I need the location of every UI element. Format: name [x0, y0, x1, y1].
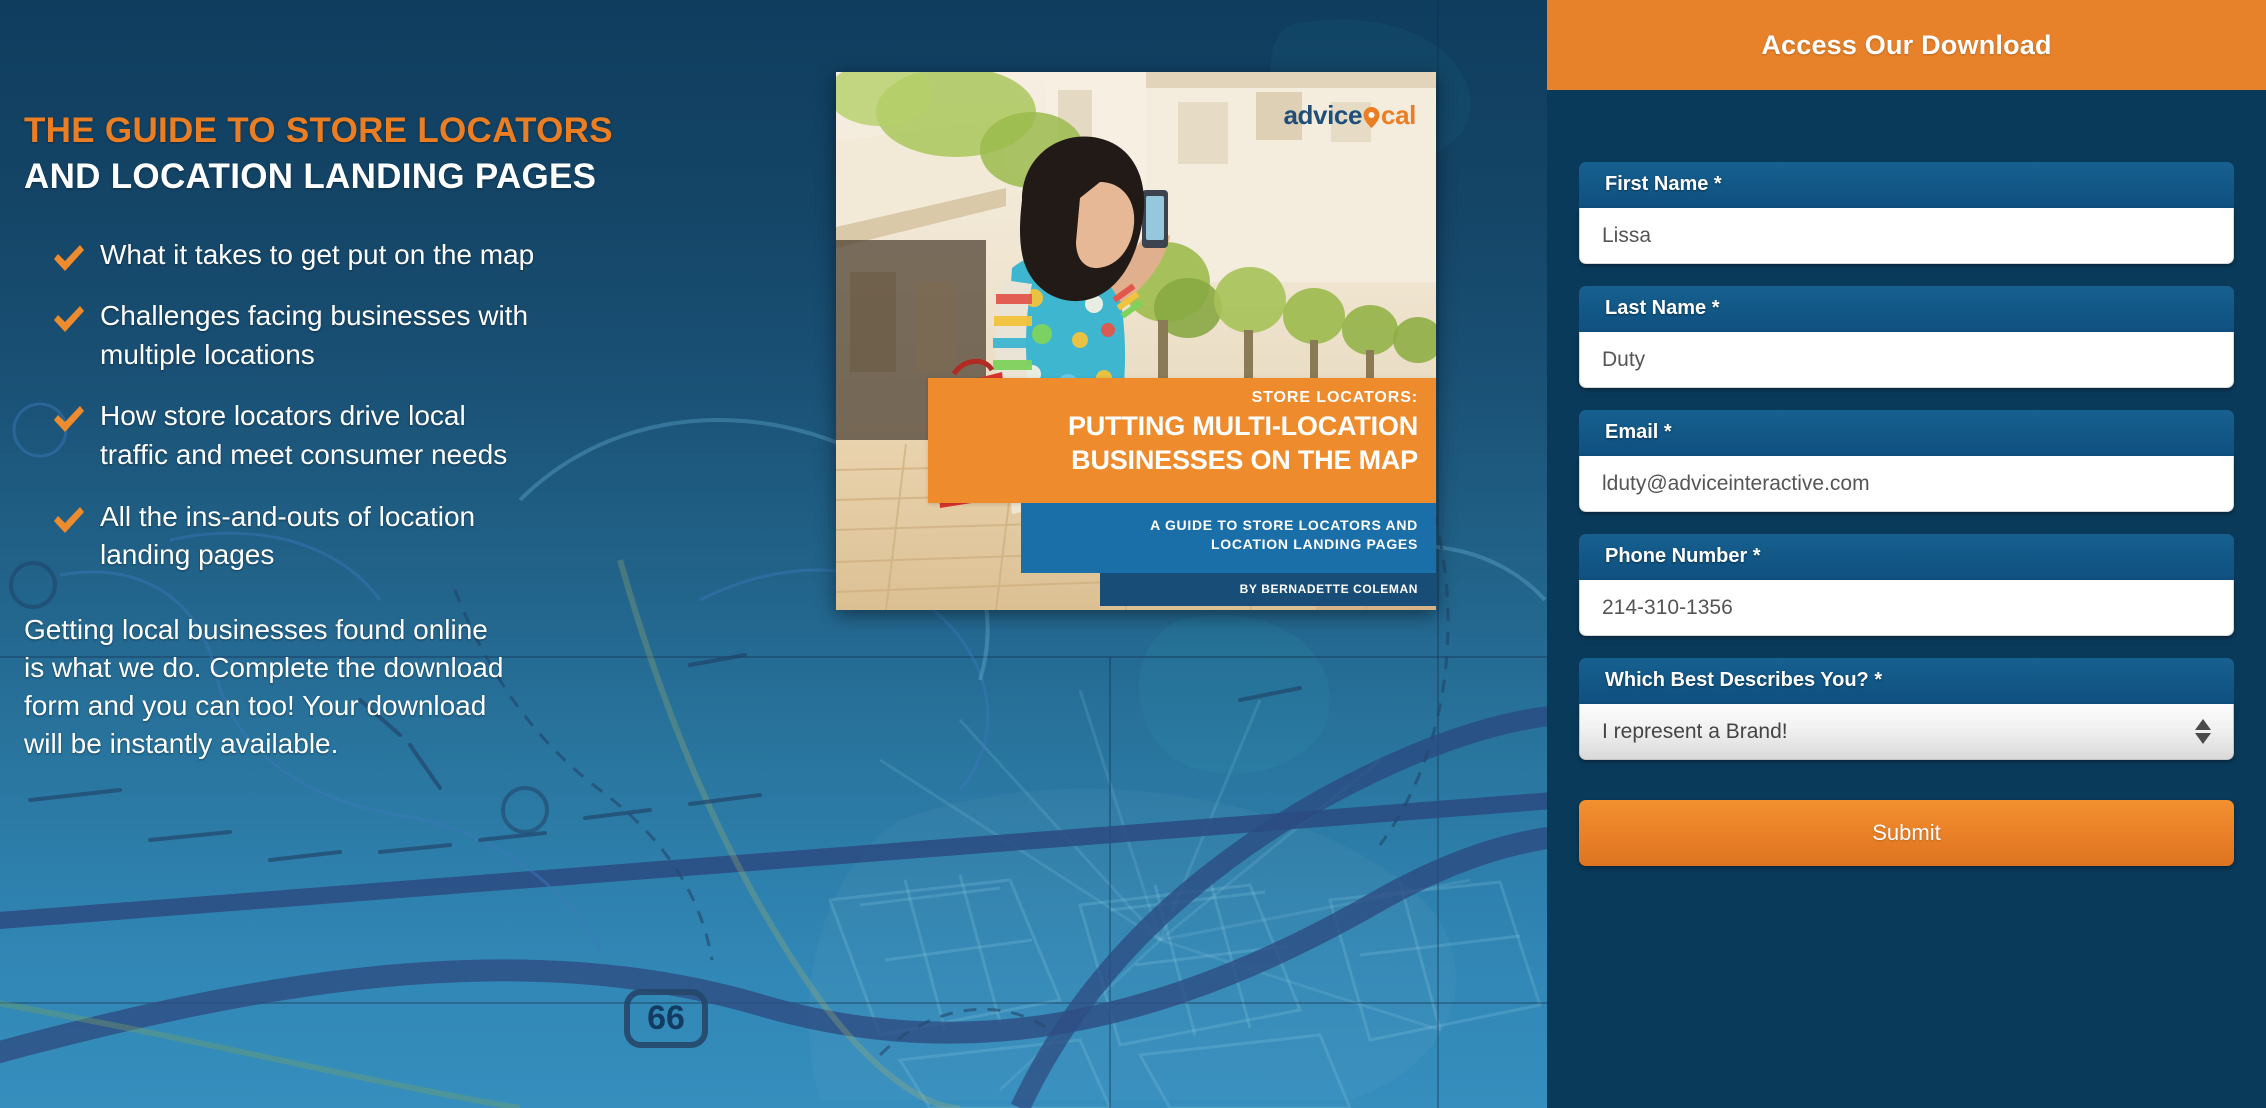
list-item: Challenges facing businesses with multip… — [24, 297, 784, 374]
checkmark-icon — [54, 406, 84, 433]
field-last-name: Last Name * Duty — [1579, 286, 2234, 388]
list-item: All the ins-and-outs of location landing… — [24, 498, 784, 575]
list-item: What it takes to get put on the map — [24, 236, 784, 275]
benefit-list: What it takes to get put on the map Chal… — [24, 236, 784, 575]
cover-title-band: STORE LOCATORS: PUTTING MULTI-LOCATION B… — [928, 378, 1436, 503]
form-header: Access Our Download — [1547, 0, 2266, 90]
field-phone-number: Phone Number * 214-310-1356 — [1579, 534, 2234, 636]
stepper-arrows-icon[interactable] — [2195, 719, 2211, 744]
describes-you-select[interactable]: I represent a Brand! — [1579, 704, 2234, 760]
cover-title-line2: BUSINESSES ON THE MAP — [1071, 445, 1418, 476]
email-label: Email * — [1579, 410, 2234, 456]
chevron-up-icon — [2195, 719, 2211, 730]
route-66-label: 66 — [647, 999, 685, 1037]
checkmark-icon — [54, 506, 84, 533]
landing-page: 66 THE GUIDE TO STORE LOCATORS AND LOCAT… — [0, 0, 2266, 1108]
cover-author-band: BY BERNADETTE COLEMAN — [1100, 573, 1436, 606]
list-item-label: What it takes to get put on the map — [100, 238, 535, 270]
list-item-label: How store locators drive local traffic a… — [100, 400, 508, 471]
hero-content: THE GUIDE TO STORE LOCATORS AND LOCATION… — [24, 110, 784, 763]
describes-you-label: Which Best Describes You? * — [1579, 658, 2234, 704]
last-name-label: Last Name * — [1579, 286, 2234, 332]
phone-number-label: Phone Number * — [1579, 534, 2234, 580]
logo-text-cal: cal — [1381, 100, 1416, 130]
page-title-line1: THE GUIDE TO STORE LOCATORS — [24, 111, 613, 150]
page-title-line2: AND LOCATION LANDING PAGES — [24, 157, 597, 197]
describes-you-selected-value: I represent a Brand! — [1602, 719, 1788, 743]
phone-number-input[interactable]: 214-310-1356 — [1579, 580, 2234, 636]
advice-local-logo: advice cal — [1284, 100, 1417, 131]
chevron-down-icon — [2195, 733, 2211, 744]
email-input[interactable]: lduty@adviceinteractive.com — [1579, 456, 2234, 512]
first-name-label: First Name * — [1579, 162, 2234, 208]
ebook-cover-image: advice cal STORE LOCATORS: PUTTING MULTI… — [836, 72, 1436, 610]
checkmark-icon — [54, 244, 84, 271]
download-form-panel: Access Our Download First Name * Lissa L… — [1547, 0, 2266, 1108]
list-item-label: Challenges facing businesses with multip… — [100, 300, 529, 370]
cover-subtitle-line2: LOCATION LANDING PAGES — [1211, 536, 1418, 553]
download-form: First Name * Lissa Last Name * Duty Emai… — [1547, 90, 2266, 866]
map-pin-icon — [1363, 107, 1380, 128]
last-name-input[interactable]: Duty — [1579, 332, 2234, 388]
list-item: How store locators drive local traffic a… — [24, 397, 784, 474]
checkmark-icon — [54, 306, 84, 333]
form-header-title: Access Our Download — [1761, 29, 2052, 60]
cover-author: BY BERNADETTE COLEMAN — [1239, 582, 1418, 596]
submit-button[interactable]: Submit — [1579, 800, 2234, 866]
cover-eyebrow: STORE LOCATORS: — [1251, 389, 1418, 406]
cover-subtitle-line1: A GUIDE TO STORE LOCATORS AND — [1150, 517, 1418, 533]
first-name-input[interactable]: Lissa — [1579, 208, 2234, 264]
cover-title-line1: PUTTING MULTI-LOCATION — [1067, 411, 1418, 441]
field-email: Email * lduty@adviceinteractive.com — [1579, 410, 2234, 512]
list-item-label: All the ins-and-outs of location landing… — [100, 500, 476, 571]
field-first-name: First Name * Lissa — [1579, 162, 2234, 264]
logo-text-advice: advice — [1283, 100, 1363, 130]
cover-subtitle-band: A GUIDE TO STORE LOCATORS AND LOCATION L… — [1021, 503, 1436, 573]
field-describes-you: Which Best Describes You? * I represent … — [1579, 658, 2234, 760]
hero-paragraph: Getting local businesses found online is… — [24, 613, 504, 760]
